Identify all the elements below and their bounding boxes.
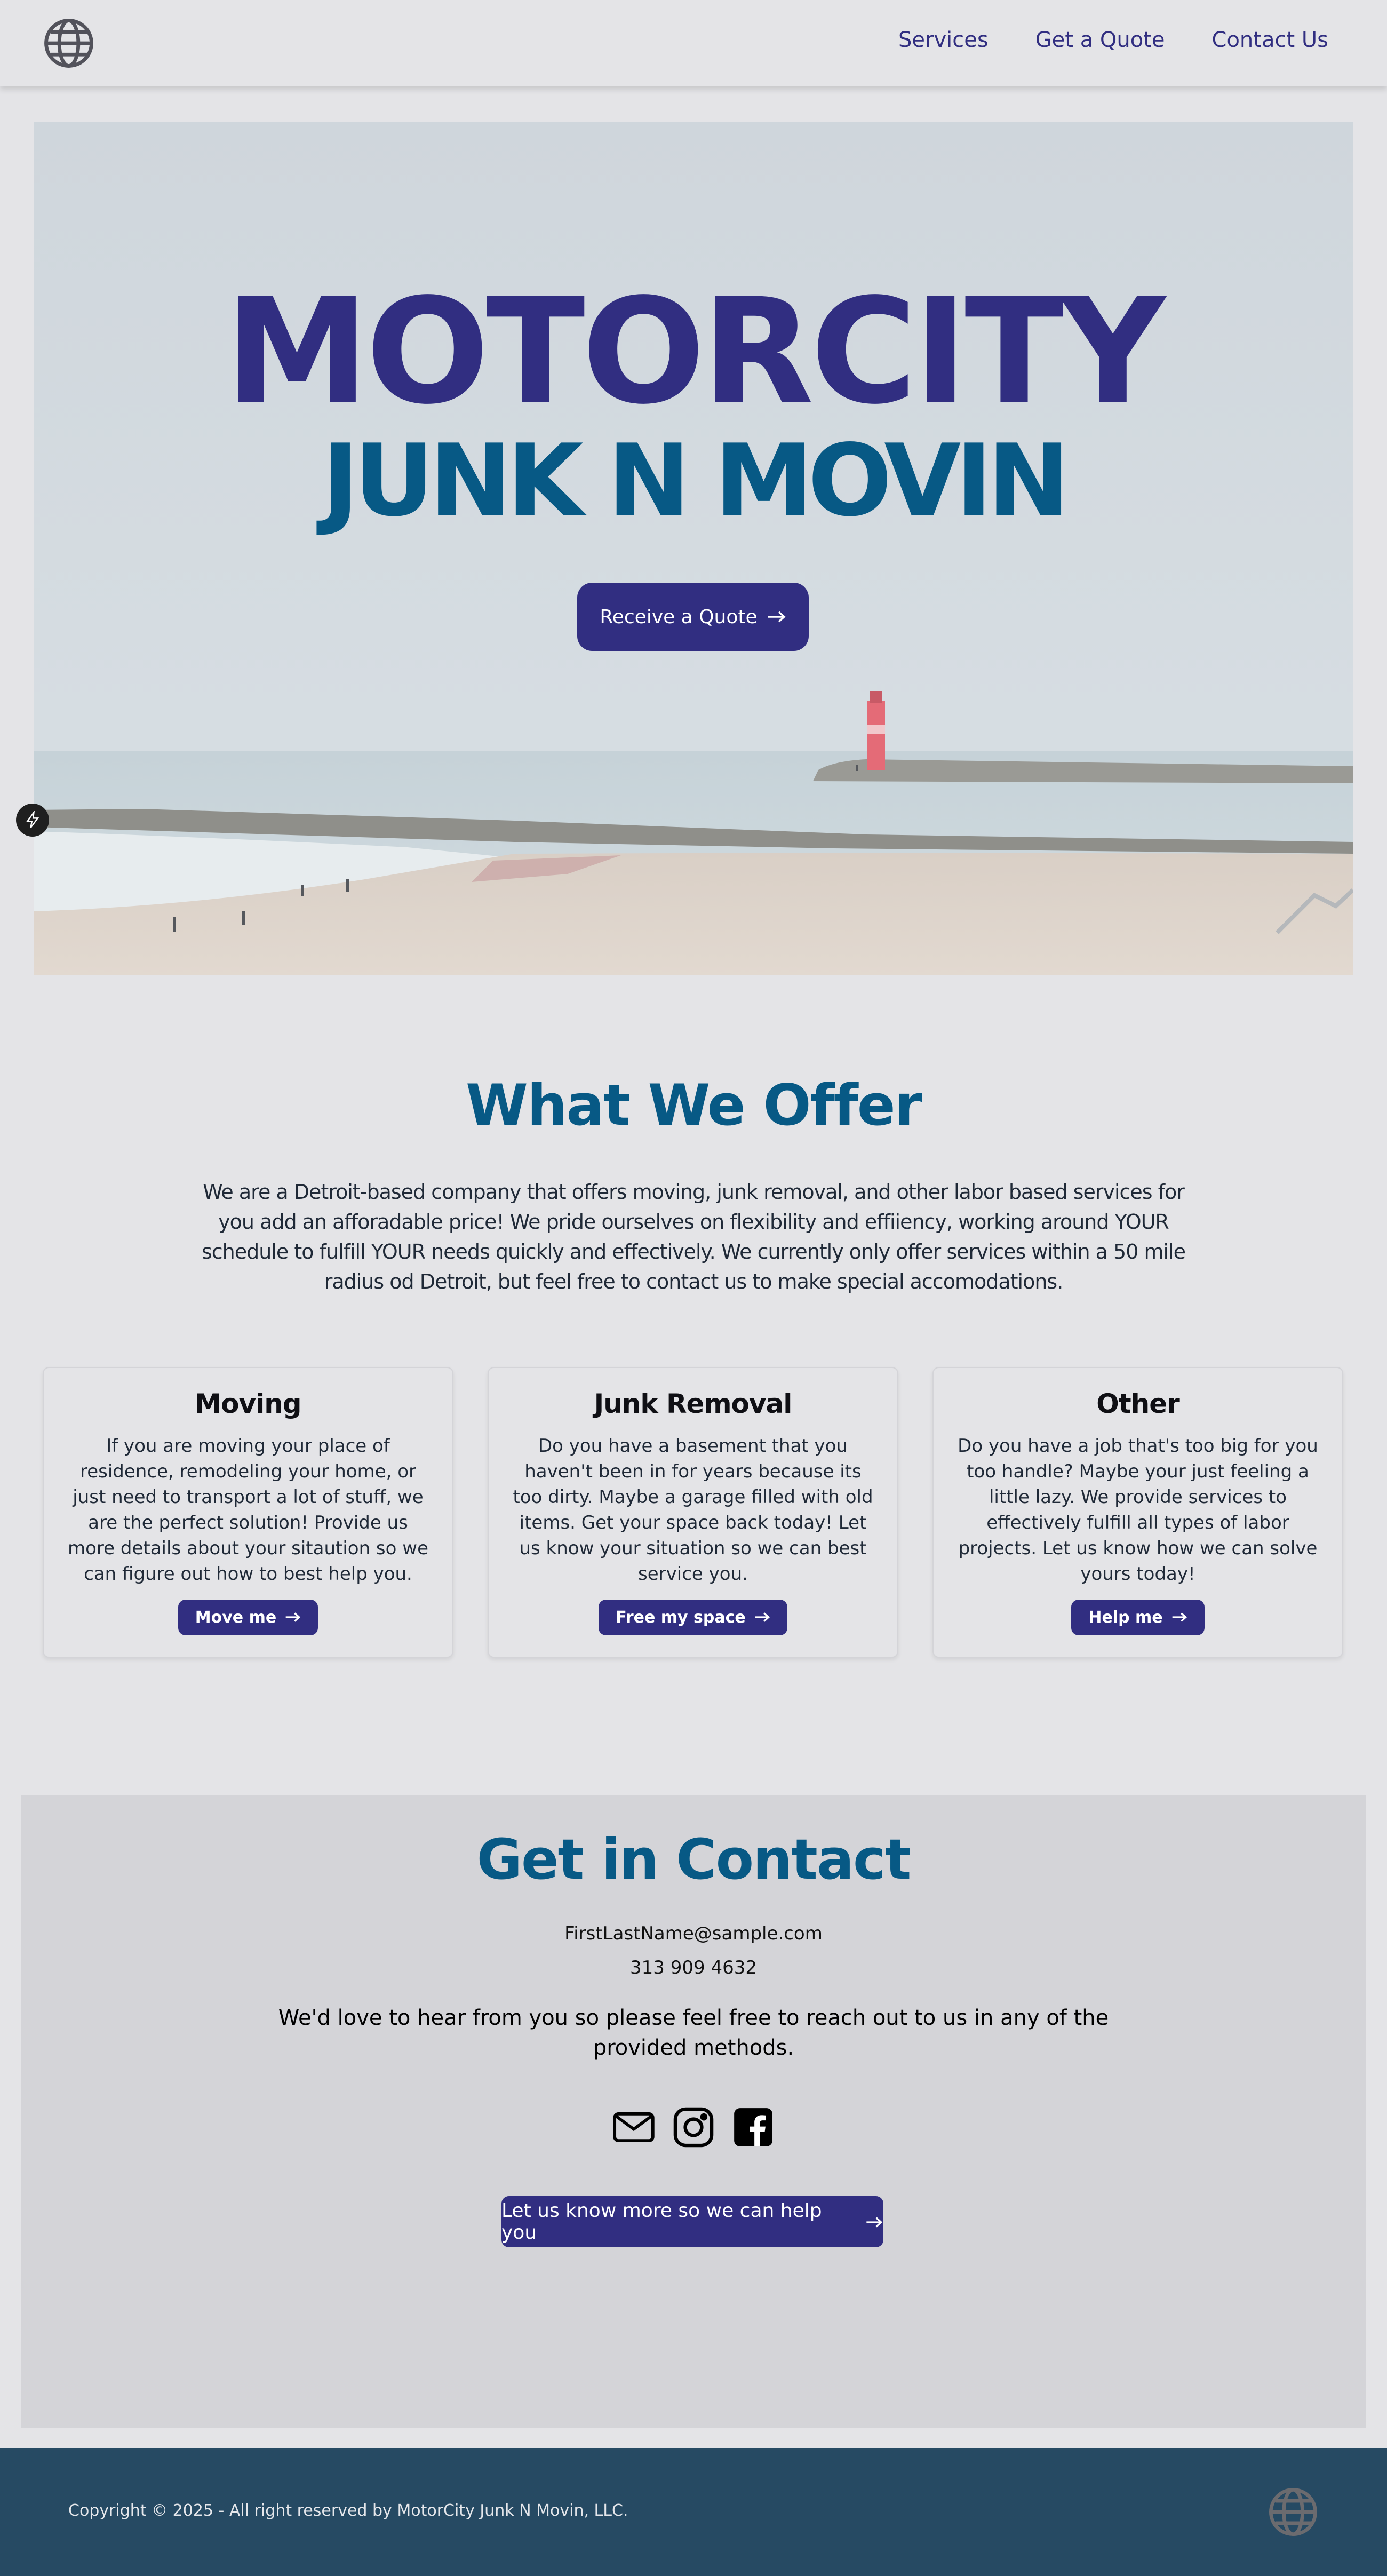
get-in-contact-heading: Get in Contact	[476, 1827, 912, 1892]
receive-quote-label: Receive a Quote	[600, 606, 758, 628]
what-we-offer-heading: What We Offer	[466, 1072, 922, 1138]
nav-get-a-quote-link[interactable]: Get a Quote	[1035, 28, 1165, 52]
mail-icon[interactable]	[611, 2104, 657, 2150]
help-me-label: Help me	[1088, 1608, 1163, 1627]
globe-icon[interactable]	[1266, 2485, 1320, 2539]
instagram-icon[interactable]	[671, 2104, 716, 2150]
offer-description: We are a Detroit-based company that offe…	[201, 1180, 1186, 1293]
lightning-badge-icon[interactable]	[16, 804, 49, 837]
contact-section: Get in Contact FirstLastName@sample.com …	[21, 1795, 1366, 2428]
hero-subtitle: JUNK N MOVIN	[322, 423, 1070, 538]
card-title: Other	[1096, 1388, 1180, 1419]
arrow-right-icon	[1171, 1608, 1187, 1627]
receive-quote-button[interactable]: Receive a Quote	[577, 583, 809, 651]
card-text: If you are moving your place of residenc…	[68, 1435, 428, 1585]
hero-section: MOTORCITY JUNK N MOVIN Receive a Quote	[34, 122, 1353, 975]
contact-cta-label: Let us know more so we can help you	[501, 2200, 822, 2244]
arrow-right-icon	[285, 1608, 301, 1627]
social-links	[21, 2104, 1366, 2150]
nav-services-link[interactable]: Services	[898, 28, 989, 52]
card-text: Do you have a basement that you haven't …	[513, 1435, 873, 1585]
move-me-button[interactable]: Move me	[178, 1600, 318, 1635]
card-title: Moving	[195, 1388, 301, 1419]
service-card-moving: Moving If you are moving your place of r…	[43, 1367, 453, 1658]
main-nav: Services Get a Quote Contact Us	[898, 28, 1328, 52]
card-text: Do you have a job that's too big for you…	[958, 1435, 1318, 1585]
arrow-right-icon	[754, 1608, 770, 1627]
service-card-junk-removal: Junk Removal Do you have a basement that…	[488, 1367, 898, 1658]
nav-contact-us-link[interactable]: Contact Us	[1212, 28, 1328, 52]
free-my-space-button[interactable]: Free my space	[599, 1600, 787, 1635]
site-footer: Copyright © 2025 - All right reserved by…	[0, 2448, 1387, 2576]
help-me-button[interactable]: Help me	[1071, 1600, 1205, 1635]
service-card-other: Other Do you have a job that's too big f…	[932, 1367, 1343, 1658]
free-my-space-label: Free my space	[616, 1608, 746, 1627]
site-header: Services Get a Quote Contact Us	[0, 0, 1387, 86]
facebook-icon[interactable]	[730, 2104, 776, 2150]
contact-message: We'd love to hear from you so please fee…	[278, 2006, 1109, 2060]
arrow-right-icon	[767, 606, 786, 628]
contact-phone: 313 909 4632	[630, 1957, 757, 1978]
arrow-right-icon	[865, 2211, 883, 2233]
copyright-text: Copyright © 2025 - All right reserved by…	[68, 2501, 628, 2520]
hero-background-image	[34, 122, 1353, 975]
card-title: Junk Removal	[594, 1388, 793, 1419]
contact-cta-button[interactable]: Let us know more so we can help you	[501, 2196, 883, 2247]
move-me-label: Move me	[195, 1608, 277, 1627]
globe-icon[interactable]	[42, 16, 96, 70]
contact-email: FirstLastName@sample.com	[564, 1923, 823, 1944]
hero-title: MOTORCITY	[225, 268, 1165, 436]
